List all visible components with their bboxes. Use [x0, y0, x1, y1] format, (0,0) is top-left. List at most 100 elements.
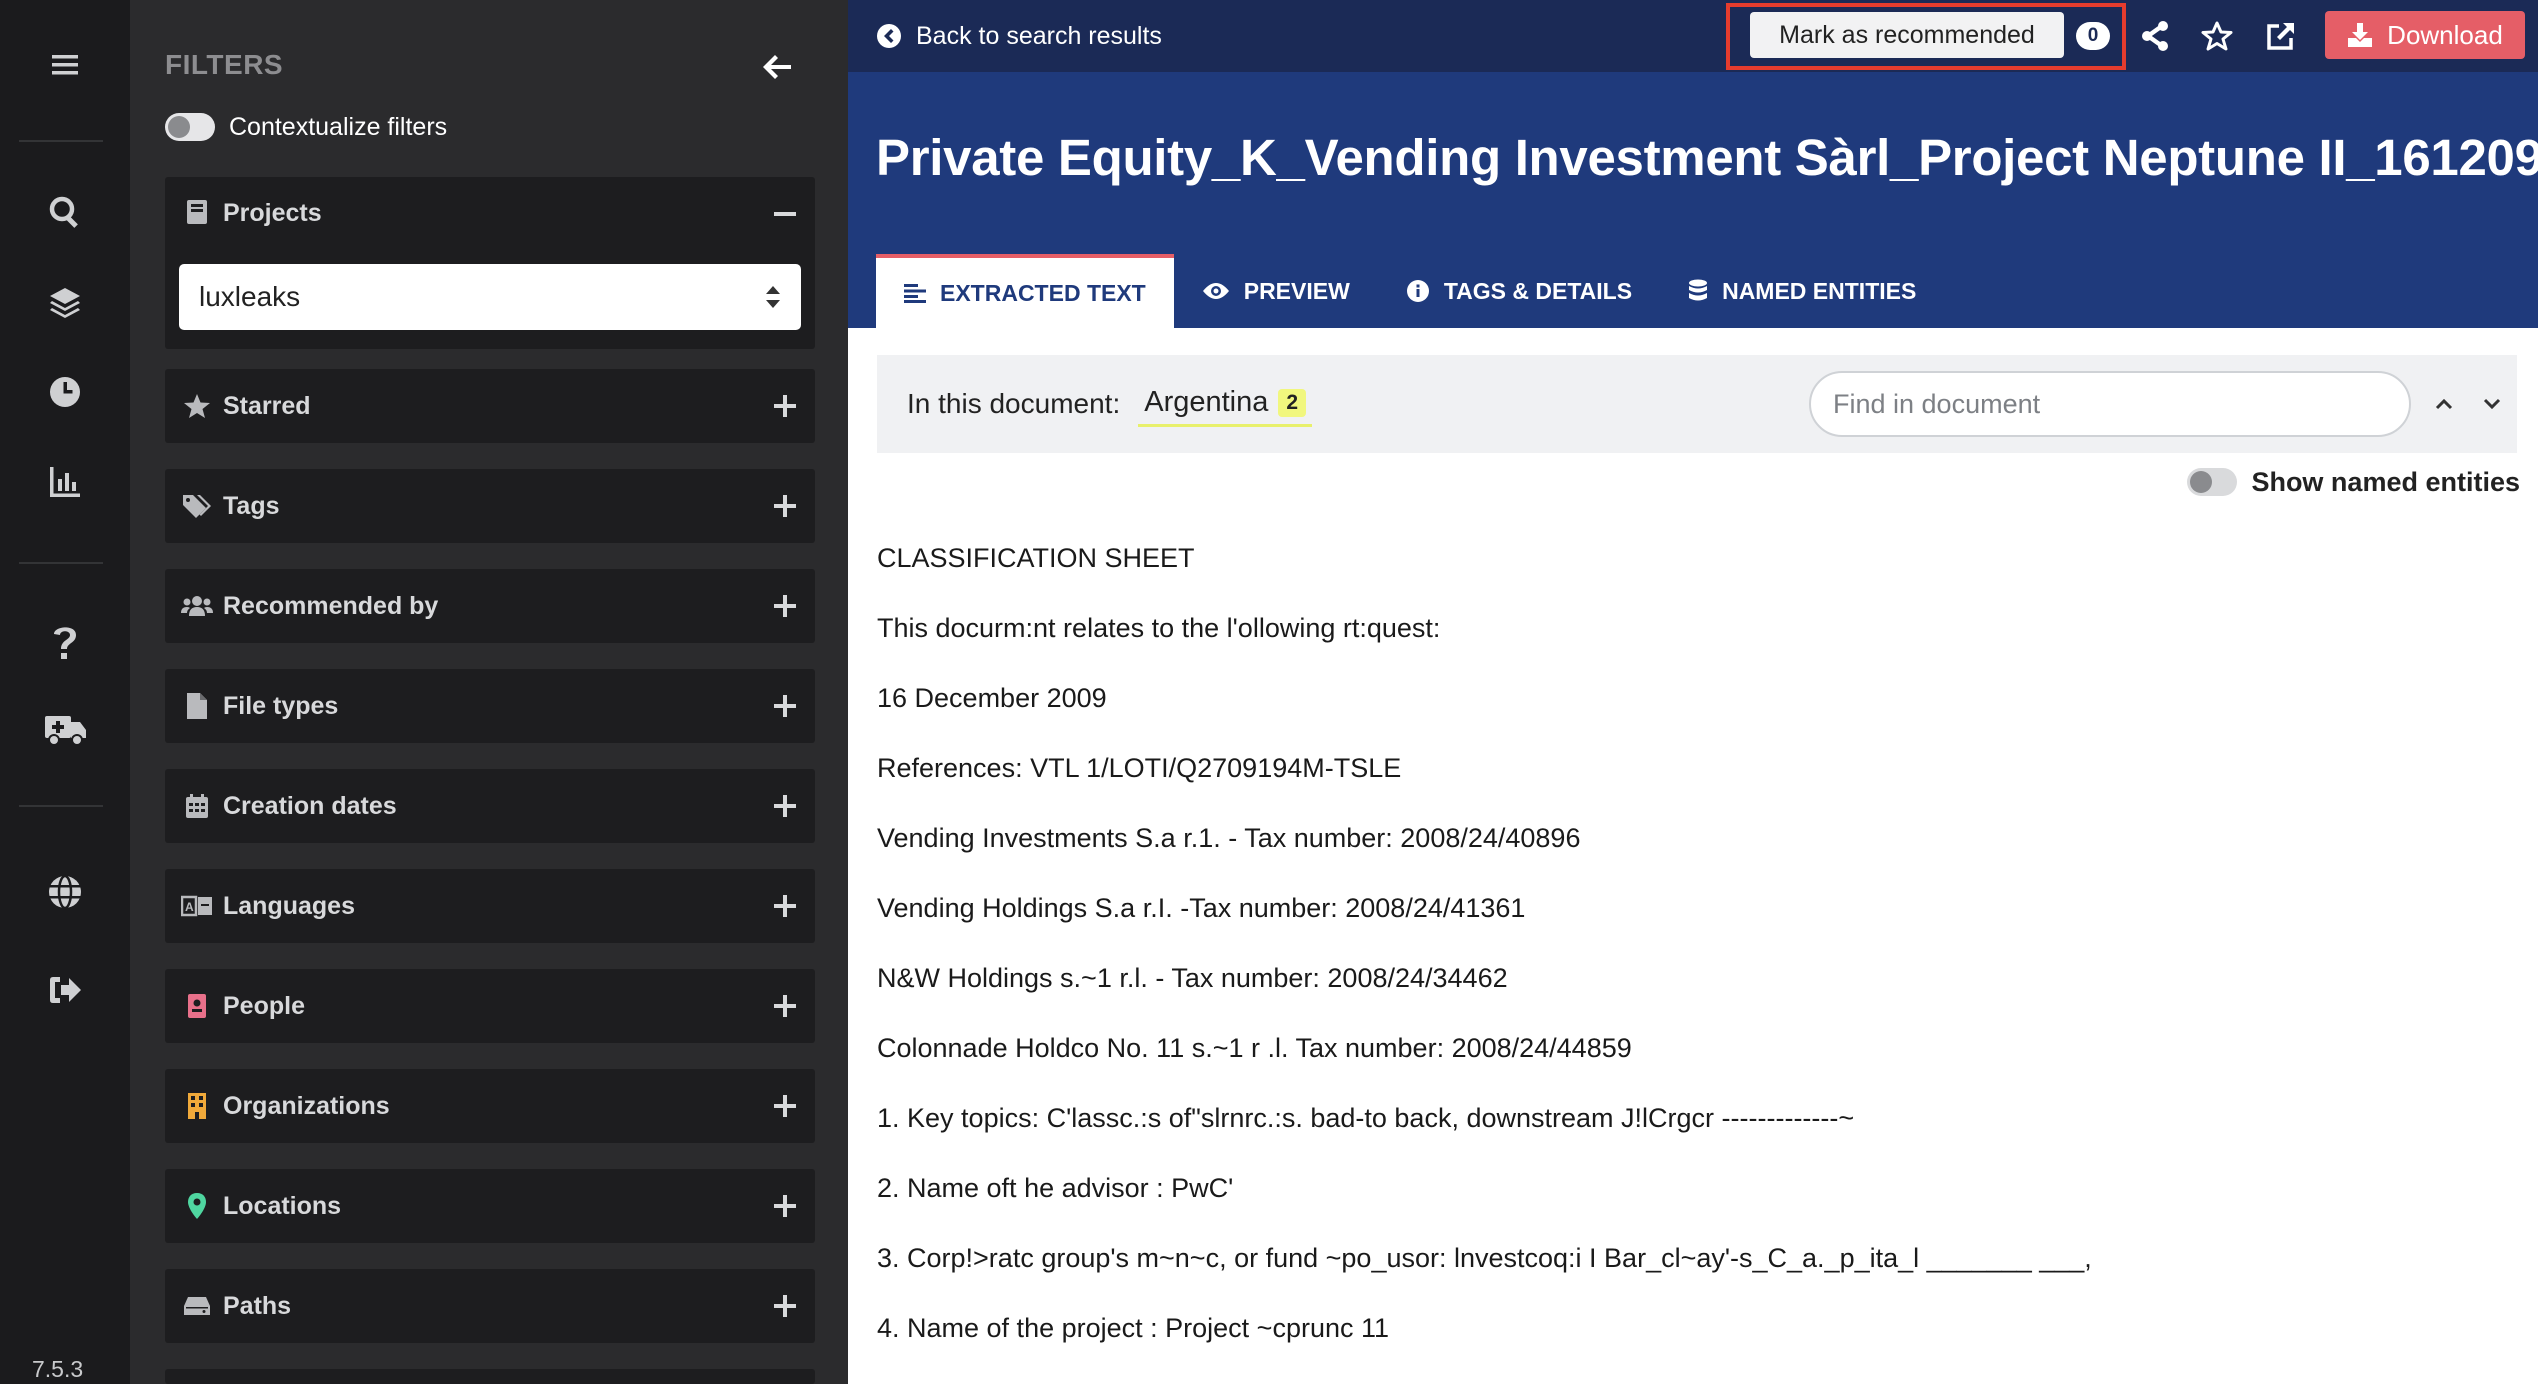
document-header: Private Equity_K_Vending Investment Sàrl…	[848, 72, 2538, 328]
history-clock-icon[interactable]	[25, 362, 105, 422]
facet-tags[interactable]: Tags	[165, 469, 815, 543]
expand-plus-icon[interactable]	[767, 388, 803, 424]
star-outline-icon[interactable]	[2197, 16, 2237, 56]
share-icon[interactable]	[2135, 16, 2175, 56]
expand-plus-icon[interactable]	[767, 1288, 803, 1324]
svg-text:A: A	[185, 900, 194, 914]
book-icon	[181, 199, 213, 225]
tab-label: TAGS & DETAILS	[1443, 277, 1633, 304]
facet-file-types[interactable]: File types	[165, 669, 815, 743]
search-term-count: 2	[1278, 388, 1307, 417]
menu-icon[interactable]	[25, 35, 105, 95]
expand-plus-icon[interactable]	[767, 488, 803, 524]
facet-label: Recommended by	[223, 591, 439, 620]
recommend-count-badge: 0	[2076, 22, 2110, 50]
tab-named-entities[interactable]: NAMED ENTITIES	[1660, 254, 1944, 328]
ambulance-icon[interactable]	[25, 700, 105, 760]
facet-starred[interactable]: Starred	[165, 369, 815, 443]
facet-locations[interactable]: Locations	[165, 1169, 815, 1243]
facet-label: Starred	[223, 391, 311, 420]
expand-plus-icon[interactable]	[767, 688, 803, 724]
facet-people[interactable]: People	[165, 969, 815, 1043]
expand-plus-icon[interactable]	[767, 788, 803, 824]
hdd-icon	[181, 1295, 213, 1317]
expand-plus-icon[interactable]	[767, 588, 803, 624]
contextualize-filters-toggle-row[interactable]: Contextualize filters	[165, 110, 447, 144]
tab-label: PREVIEW	[1243, 277, 1350, 304]
rail-divider	[19, 140, 103, 142]
collapse-minus-icon[interactable]	[767, 196, 803, 232]
tab-extracted-text[interactable]: EXTRACTED TEXT	[876, 254, 1174, 328]
help-question-icon[interactable]	[25, 612, 105, 672]
person-badge-icon	[181, 993, 213, 1019]
facet-label: Locations	[223, 1191, 342, 1220]
text-line: 4. Name of the project : Project ~cprunc…	[877, 1313, 1390, 1343]
text-line: References: VTL 1/LOTI/Q2709194M-TSLE	[877, 753, 1402, 783]
previous-match-chevron-up-icon[interactable]	[2427, 387, 2461, 421]
tab-label: NAMED ENTITIES	[1722, 277, 1917, 304]
text-line: 3. Corp!>ratc group's m~n~c, or fund ~po…	[877, 1243, 2092, 1273]
facet-projects: Projects luxleaks	[165, 177, 815, 349]
expand-plus-icon[interactable]	[767, 988, 803, 1024]
layers-icon[interactable]	[25, 272, 105, 332]
collapse-filters-arrow-left-icon[interactable]	[758, 48, 796, 86]
facet-label: Paths	[223, 1291, 292, 1320]
text-line: N&W Holdings s.~1 r.l. - Tax number: 200…	[877, 963, 1508, 993]
rail-divider	[19, 805, 103, 807]
find-in-document-bar: In this document: Argentina 2	[877, 355, 2517, 453]
show-named-entities-toggle[interactable]	[2187, 468, 2238, 496]
back-to-search-results-link[interactable]: Back to search results	[876, 18, 1162, 54]
document-content: In this document: Argentina 2 Show named…	[848, 328, 2538, 1384]
find-in-document-input[interactable]	[1809, 371, 2411, 437]
text-line: 2. Name oft he advisor : PwC'	[877, 1173, 1234, 1203]
facet-projects-label: Projects	[223, 199, 322, 227]
text-line: This docurm:nt relates to the l'ollowing…	[877, 613, 1441, 643]
mark-as-recommended-button[interactable]: Mark as recommended	[1750, 12, 2064, 58]
external-link-icon[interactable]	[2261, 16, 2301, 56]
download-label: Download	[2387, 19, 2503, 50]
facet-label: Languages	[223, 891, 355, 920]
select-caret-icon	[765, 284, 781, 317]
facet-recommended-by[interactable]: Recommended by	[165, 569, 815, 643]
expand-plus-icon[interactable]	[767, 1088, 803, 1124]
show-named-entities-row[interactable]: Show named entities	[2187, 462, 2520, 502]
filters-panel: FILTERS Contextualize filters Projects l…	[130, 0, 848, 1384]
document-title: Private Equity_K_Vending Investment Sàrl…	[876, 129, 2538, 186]
project-select-value: luxleaks	[199, 281, 301, 312]
tab-tags-details[interactable]: TAGS & DETAILS	[1378, 254, 1660, 328]
text-line: Vending Investments S.a r.1. - Tax numbe…	[877, 823, 1581, 853]
facet-label: People	[223, 991, 305, 1020]
document-topbar: Back to search results Mark as recommend…	[848, 0, 2538, 72]
facet-label: File types	[223, 691, 339, 720]
facet-label: Organizations	[223, 1091, 390, 1120]
expand-plus-icon[interactable]	[767, 1188, 803, 1224]
back-link-label: Back to search results	[916, 21, 1162, 50]
search-term-chip[interactable]: Argentina 2	[1138, 381, 1313, 427]
facet-organizations[interactable]: Organizations	[165, 1069, 815, 1143]
contextualize-filters-toggle[interactable]	[165, 113, 215, 141]
search-icon[interactable]	[25, 182, 105, 242]
facet-languages[interactable]: A Languages	[165, 869, 815, 943]
next-match-chevron-down-icon[interactable]	[2475, 387, 2509, 421]
file-icon	[181, 692, 213, 720]
download-button[interactable]: Download	[2325, 11, 2525, 59]
building-icon	[181, 1092, 213, 1120]
tags-icon	[181, 493, 213, 519]
download-icon	[2348, 23, 2373, 47]
globe-icon[interactable]	[25, 862, 105, 922]
tab-preview[interactable]: PREVIEW	[1174, 254, 1378, 328]
facet-paths[interactable]: Paths	[165, 1269, 815, 1343]
document-tabs: EXTRACTED TEXT PREVIEW TAGS & DETAILS NA…	[876, 254, 1944, 328]
facet-creation-dates[interactable]: Creation dates	[165, 769, 815, 843]
project-select[interactable]: luxleaks	[179, 264, 801, 330]
sign-out-icon[interactable]	[25, 960, 105, 1020]
contextualize-filters-label: Contextualize filters	[229, 112, 448, 141]
database-icon	[1689, 279, 1708, 301]
expand-plus-icon[interactable]	[767, 888, 803, 924]
star-icon	[181, 393, 213, 419]
bar-chart-icon[interactable]	[25, 452, 105, 512]
text-line: Colonnade Holdco No. 11 s.~1 r .l. Tax n…	[877, 1033, 1632, 1063]
text-line: 16 December 2009	[877, 683, 1107, 713]
eye-icon	[1202, 283, 1229, 299]
tab-label: EXTRACTED TEXT	[940, 279, 1146, 306]
